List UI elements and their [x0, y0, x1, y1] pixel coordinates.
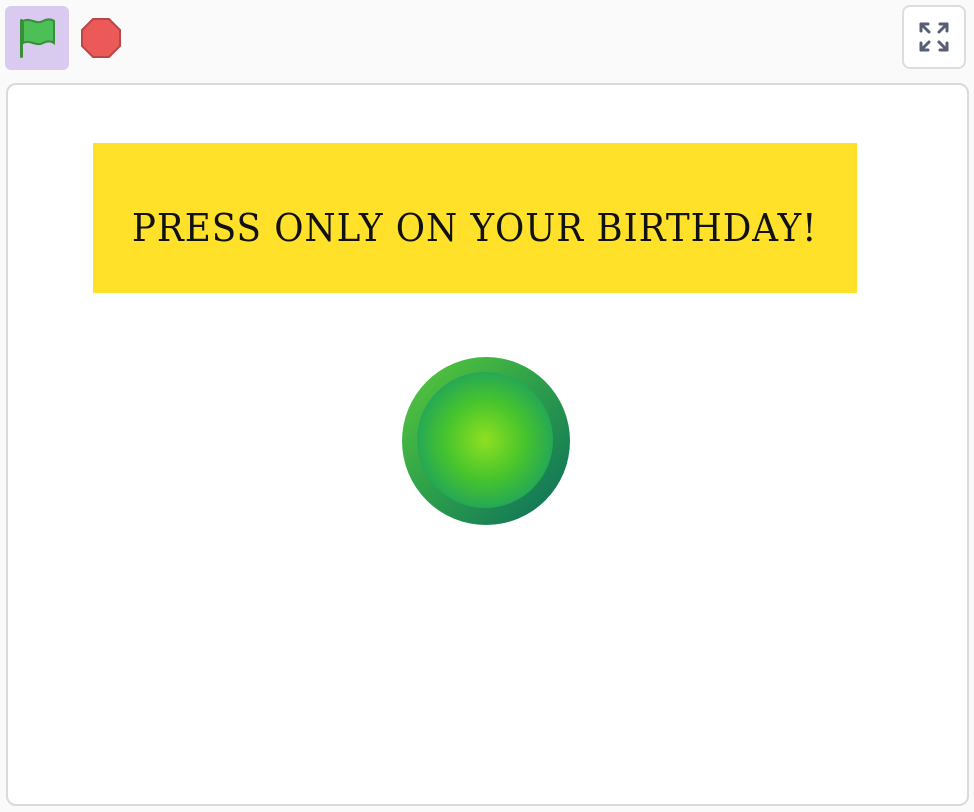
green-flag-button[interactable] — [5, 6, 69, 70]
green-flag-icon — [20, 18, 55, 58]
banner-text: PRESS ONLY ON YOUR BIRTHDAY! — [132, 206, 818, 250]
toolbar — [0, 0, 974, 80]
stage[interactable]: PRESS ONLY ON YOUR BIRTHDAY! — [6, 83, 969, 806]
stop-sign-icon — [81, 18, 121, 58]
green-button-center — [417, 372, 553, 508]
stop-button[interactable] — [79, 16, 123, 60]
fullscreen-button[interactable] — [902, 5, 966, 69]
fullscreen-toggle-icon — [919, 22, 949, 52]
green-button-sprite[interactable] — [402, 357, 570, 525]
birthday-banner: PRESS ONLY ON YOUR BIRTHDAY! — [93, 143, 857, 293]
